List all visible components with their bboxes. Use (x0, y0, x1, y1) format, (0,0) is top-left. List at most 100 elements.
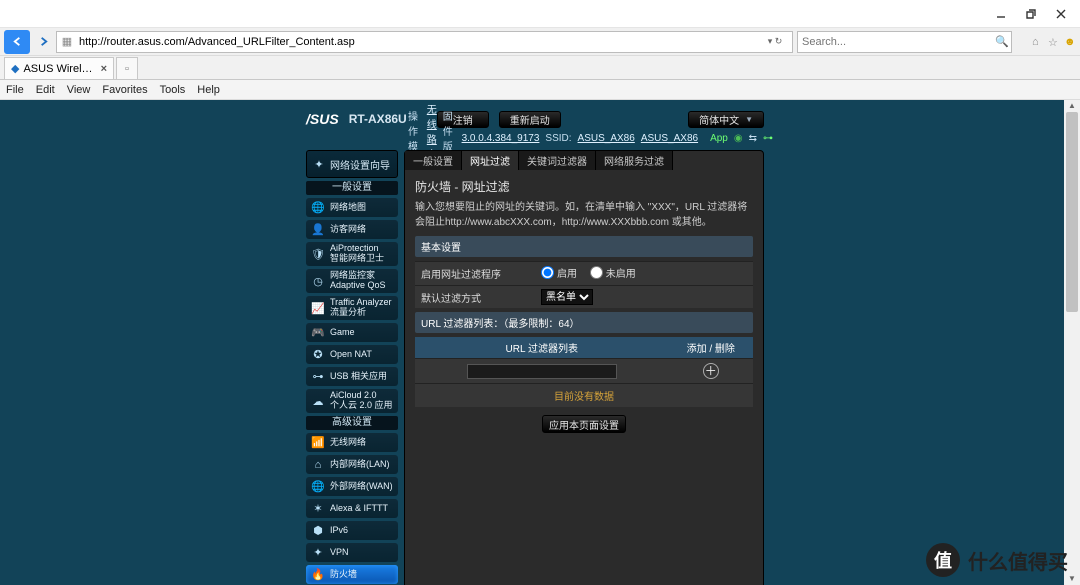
url-field[interactable]: ▦ ▾ ↻ (56, 31, 793, 53)
watermark: 值 什么值得买 (926, 543, 1068, 577)
sidebar-item-lan[interactable]: ⌂ 内部网络(LAN) (306, 455, 398, 474)
apply-button[interactable]: 应用本页面设置 (542, 415, 626, 433)
watermark-text: 什么值得买 (968, 546, 1068, 575)
globe-icon: 🌐 (311, 201, 325, 215)
tab-urlfilter[interactable]: 网址过滤 (462, 151, 519, 170)
window-restore-button[interactable] (1016, 4, 1046, 24)
sidebar-item-traffic[interactable]: 📈Traffic Analyzer 流量分析 (306, 296, 398, 320)
search-icon[interactable]: 🔍 (993, 35, 1011, 48)
browser-tabstrip: ◆ ASUS Wireless Router RT-A... × ▫ (0, 56, 1080, 80)
sidebar-item-ipv6[interactable]: ⬢IPv6 (306, 521, 398, 540)
chart-icon: 📈 (311, 301, 325, 315)
menu-favorites[interactable]: Favorites (102, 84, 147, 96)
sidebar-item-wireless[interactable]: 📶 无线网络 (306, 433, 398, 452)
no-data: 目前没有数据 (415, 384, 753, 408)
gauge-icon: ◷ (311, 274, 325, 288)
nav-forward-button[interactable] (34, 30, 52, 54)
sidebar-item-alexa[interactable]: ✶Alexa & IFTTT (306, 499, 398, 518)
radio-label: 启用 (557, 265, 577, 280)
scroll-up-icon[interactable]: ▲ (1064, 100, 1080, 112)
favorites-icon[interactable]: ☆ (1048, 36, 1060, 48)
url-actions[interactable]: ▾ ↻ (758, 36, 792, 47)
sidebar-item-wan[interactable]: 🌐外部网络(WAN) (306, 477, 398, 496)
sidebar-item-label: USB 相关应用 (330, 372, 387, 382)
menu-view[interactable]: View (67, 84, 91, 96)
sidebar-item-aicloud[interactable]: ☁AiCloud 2.0 个人云 2.0 应用 (306, 389, 398, 413)
sidebar-item-label: 内部网络(LAN) (330, 460, 390, 470)
scroll-thumb[interactable] (1066, 112, 1078, 312)
sidebar-item-qos[interactable]: ◷网络监控家 Adaptive QoS (306, 269, 398, 293)
tab-close-icon[interactable]: × (101, 63, 107, 75)
sidebar-section-general: 一般设置 (306, 181, 398, 195)
col-url: URL 过滤器列表 (415, 337, 669, 359)
radio-enable-no[interactable]: 未启用 (590, 265, 636, 280)
led-icon[interactable]: ◉ (734, 133, 743, 144)
fw-value[interactable]: 3.0.0.4.384_9173 (462, 133, 540, 144)
ssid1[interactable]: ASUS_AX86 (578, 133, 635, 144)
content-tabs: 一般设置 网址过滤 关键词过滤器 网络服务过滤 (405, 151, 763, 170)
panel-desc: 输入您想要阻止的网址的关键词。如，在清单中输入 "XXX"，URL 过滤器将会阻… (415, 201, 753, 230)
filter-mode-select[interactable]: 黑名单 (541, 289, 593, 305)
col-action: 添加 / 删除 (669, 337, 754, 359)
wan-icon: 🌐 (311, 480, 325, 494)
lan-icon: ⌂ (311, 458, 325, 472)
window-minimize-button[interactable] (986, 4, 1016, 24)
tab-general[interactable]: 一般设置 (405, 151, 462, 170)
panel-title: 防火墙 - 网址过滤 (415, 178, 753, 195)
tab-keyword[interactable]: 关键词过滤器 (519, 151, 596, 170)
sidebar: ✦ 网络设置向导 一般设置 🌐网络地图 👤访客网络 🛡AiProtection … (306, 150, 398, 585)
menu-file[interactable]: File (6, 84, 24, 96)
sidebar-item-label: Alexa & IFTTT (330, 504, 388, 514)
sidebar-item-label: 网络设置向导 (330, 157, 390, 172)
basic-table: 启用网址过滤程序 启用 未启用 默认过滤方式 黑名单 (415, 261, 753, 308)
url-input[interactable] (77, 33, 758, 51)
sidebar-item-network-map[interactable]: 🌐网络地图 (306, 198, 398, 217)
app-link[interactable]: App (710, 133, 728, 144)
sidebar-item-label: VPN (330, 548, 349, 558)
toolbar-extra: ⌂ ☆ ☻ (1016, 36, 1076, 48)
url-input[interactable] (467, 364, 617, 379)
sidebar-quick-setup[interactable]: ✦ 网络设置向导 (306, 150, 398, 178)
ssid-label: SSID: (545, 133, 571, 144)
sidebar-item-guest[interactable]: 👤访客网络 (306, 220, 398, 239)
add-row-button[interactable]: ＋ (703, 363, 719, 379)
address-bar: ▦ ▾ ↻ 🔍 ⌂ ☆ ☻ (0, 28, 1080, 56)
new-tab-button[interactable]: ▫ (116, 57, 138, 79)
reboot-button[interactable]: 重新启动 (499, 111, 561, 128)
wifi-icon[interactable]: ⇆ (749, 133, 757, 144)
main-panel: 一般设置 网址过滤 关键词过滤器 网络服务过滤 防火墙 - 网址过滤 输入您想要… (404, 150, 764, 585)
section-list: URL 过滤器列表：（最多限制：64） (415, 312, 753, 333)
sidebar-item-label: 无线网络 (330, 438, 366, 448)
browser-tab[interactable]: ◆ ASUS Wireless Router RT-A... × (4, 57, 114, 79)
vertical-scrollbar[interactable]: ▲ ▼ (1064, 100, 1080, 585)
sidebar-item-opennat[interactable]: ✪Open NAT (306, 345, 398, 364)
search-field[interactable]: 🔍 (797, 31, 1012, 53)
nav-back-button[interactable] (4, 30, 30, 54)
tab-title: ASUS Wireless Router RT-A... (23, 63, 92, 75)
home-icon[interactable]: ⌂ (1032, 36, 1044, 48)
sidebar-item-usb[interactable]: ⊶USB 相关应用 (306, 367, 398, 386)
sidebar-item-game[interactable]: 🎮Game (306, 323, 398, 342)
router-header: /SUS RT-AX86U 注销 重新启动 简体中文 ▼ (306, 108, 764, 130)
tab-service[interactable]: 网络服务过滤 (596, 151, 673, 170)
menu-tools[interactable]: Tools (160, 84, 186, 96)
firewall-icon: 🔥 (311, 568, 325, 582)
menubar: File Edit View Favorites Tools Help (0, 80, 1080, 100)
window-close-button[interactable] (1046, 4, 1076, 24)
wifi-icon: 📶 (311, 436, 325, 450)
language-select[interactable]: 简体中文 ▼ (688, 111, 764, 128)
radio-enable-yes[interactable]: 启用 (541, 265, 577, 280)
ssid2[interactable]: ASUS_AX86 (641, 133, 698, 144)
sidebar-section-advanced: 高级设置 (306, 416, 398, 430)
router-admin: /SUS RT-AX86U 注销 重新启动 简体中文 ▼ 操作模式: 无线路由器… (306, 108, 764, 585)
menu-edit[interactable]: Edit (36, 84, 55, 96)
sidebar-item-label: Open NAT (330, 350, 372, 360)
usb-icon[interactable]: ⊶ (763, 133, 773, 144)
search-input[interactable] (798, 33, 993, 51)
menu-help[interactable]: Help (197, 84, 220, 96)
radio-label: 未启用 (606, 265, 636, 280)
sidebar-item-vpn[interactable]: ✦VPN (306, 543, 398, 562)
sidebar-item-firewall[interactable]: 🔥防火墙 (306, 565, 398, 584)
tools-icon[interactable]: ☻ (1064, 36, 1076, 48)
sidebar-item-aiprotection[interactable]: 🛡AiProtection 智能网络卫士 (306, 242, 398, 266)
